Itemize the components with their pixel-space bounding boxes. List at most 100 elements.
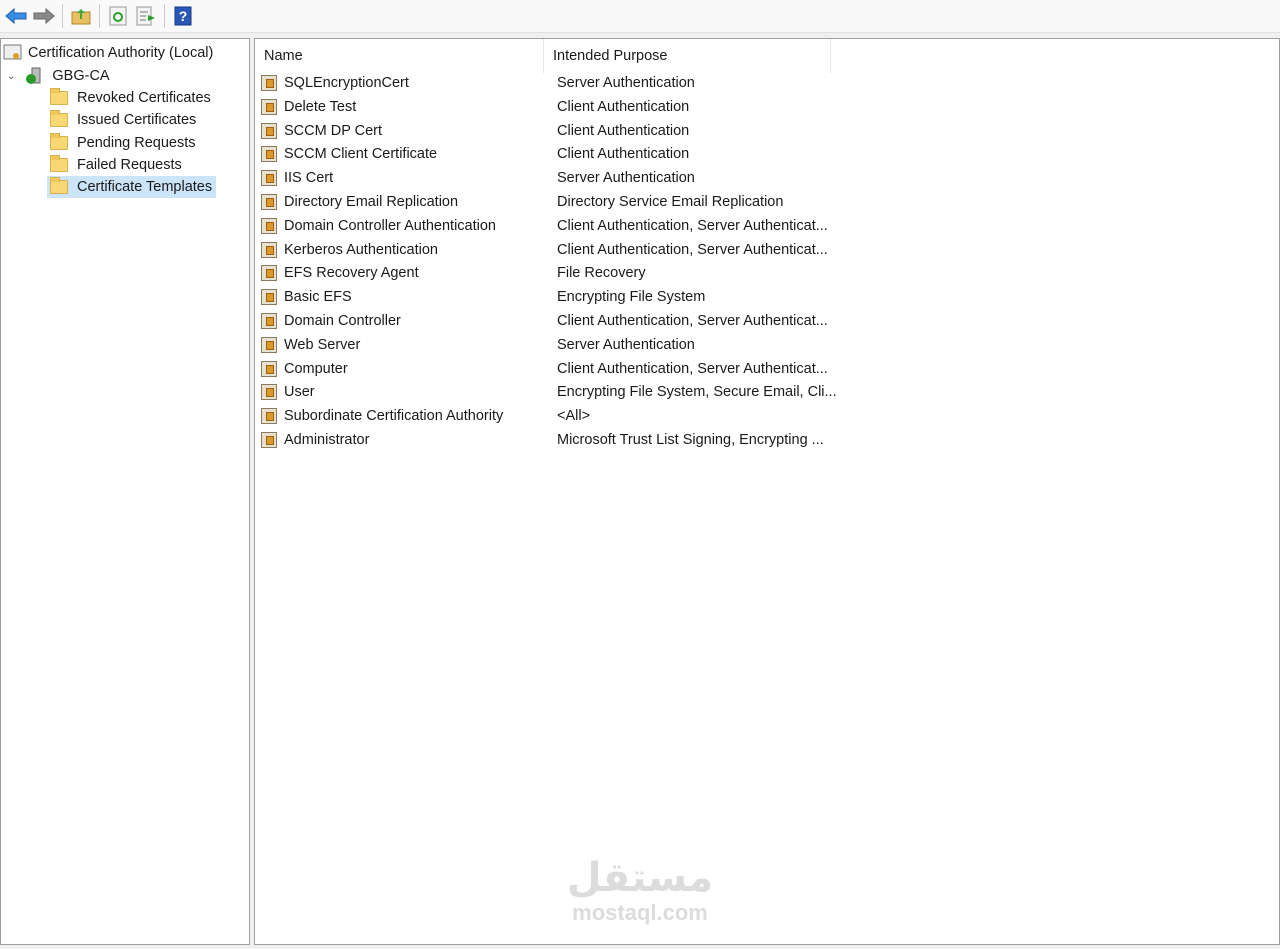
help-icon: ? [174,6,192,26]
template-purpose: Client Authentication, Server Authentica… [557,241,828,258]
table-row[interactable]: IIS Cert Server Authentication [261,167,695,189]
template-purpose: Client Authentication, Server Authentica… [557,217,828,234]
certificate-template-icon [261,194,277,210]
template-purpose: Directory Service Email Replication [557,194,784,210]
certificate-template-icon [261,360,277,377]
tree-item-label: Revoked Certificates [77,90,211,106]
table-row[interactable]: SQLEncryptionCert Server Authentication [261,72,695,94]
column-header-intended-purpose[interactable]: Intended Purpose [544,39,831,73]
column-header-name[interactable]: Name [255,39,544,73]
table-row[interactable]: SCCM DP Cert Client Authentication [261,120,689,142]
arrow-right-icon [33,8,55,24]
template-purpose: Client Authentication [557,98,690,115]
template-purpose: Client Authentication, Server Authentica… [557,313,828,329]
template-name: SQLEncryptionCert [284,75,409,91]
template-purpose: Client Authentication [557,146,690,163]
template-purpose: Client Authentication [557,122,690,139]
help-button[interactable]: ? [172,5,194,27]
tree-ca-node[interactable]: ⌄ GBG-CA [7,65,110,87]
template-name: Domain Controller [284,313,401,329]
tree-item-label: Pending Requests [77,135,196,151]
toolbar: ? [0,0,1280,33]
template-purpose: Server Authentication [557,336,695,353]
template-name: Web Server [284,336,361,353]
table-row[interactable]: User Encrypting File System, Secure Email… [261,381,837,403]
table-row[interactable]: Domain Controller Authentication Client A… [261,215,828,237]
results-pane: Name Intended Purpose SQLEncryptionCert S… [254,38,1280,945]
forward-button[interactable] [33,5,55,27]
template-name: Computer [284,360,348,377]
template-purpose: Client Authentication, Server Authentica… [557,360,828,377]
certificate-template-icon [261,408,277,425]
certificate-template-icon [261,241,277,258]
table-row[interactable]: Computer Client Authentication, Server Au… [261,358,828,380]
tree-item-failed-requests[interactable]: Failed Requests [47,154,182,176]
template-name: Subordinate Certification Authority [284,408,504,425]
tree-item-pending-requests[interactable]: Pending Requests [47,132,196,154]
toolbar-separator [164,4,165,28]
table-row[interactable]: SCCM Client Certificate Client Authentica… [261,143,689,165]
certificate-template-icon [261,313,277,329]
table-row[interactable]: Directory Email Replication Directory Ser… [261,191,783,213]
tree-item-revoked-certificates[interactable]: Revoked Certificates [47,87,211,109]
console-tree: Certification Authority (Local) ⌄ GBG-CA… [0,38,250,945]
certificate-template-icon [261,336,277,353]
template-name: Directory Email Replication [284,194,459,210]
tree-item-certificate-templates[interactable]: Certificate Templates [47,176,217,198]
folder-icon [50,177,68,194]
table-row[interactable]: EFS Recovery Agent File Recovery [261,262,646,284]
watermark-latin: mostaql.com [572,900,708,925]
export-list-icon [136,6,155,26]
table-row[interactable]: Subordinate Certification Authority <All> [261,405,590,427]
folder-icon [50,110,68,127]
chevron-down-icon[interactable]: ⌄ [7,71,15,82]
certificate-template-icon [261,265,277,282]
certificate-template-icon [261,289,277,306]
table-row[interactable]: Basic EFS Encrypting File System [261,286,705,308]
tree-root[interactable]: Certification Authority (Local) [3,42,213,64]
template-name: User [284,384,315,401]
certificate-template-icon [261,384,277,401]
certificate-template-icon [261,170,277,187]
list-header: Name Intended Purpose [255,39,1279,73]
certificate-template-icon [261,432,277,448]
certificate-template-icon [261,146,277,163]
refresh-button[interactable] [107,5,129,27]
table-row[interactable]: Domain Controller Client Authentication, … [261,310,828,332]
template-name: SCCM DP Cert [284,122,383,139]
template-purpose: File Recovery [557,265,646,282]
table-row[interactable]: Delete Test Client Authentication [261,96,689,118]
template-name: SCCM Client Certificate [284,146,438,163]
arrow-left-icon [5,8,27,24]
watermark-arabic: مستقل [566,856,714,900]
svg-text:?: ? [179,8,188,24]
certificate-template-icon [261,75,277,91]
up-one-level-button[interactable] [70,5,92,27]
tree-item-label: Certificate Templates [77,179,213,195]
certificate-template-icon [261,217,277,234]
export-list-button[interactable] [135,5,157,27]
tree-item-label: Issued Certificates [77,112,197,128]
tree-item-issued-certificates[interactable]: Issued Certificates [47,109,196,131]
ca-server-icon [26,67,41,84]
table-row[interactable]: Administrator Microsoft Trust List Signin… [261,429,824,451]
template-name: Kerberos Authentication [284,241,438,258]
certification-authority-icon [3,44,22,60]
table-row[interactable]: Kerberos Authentication Client Authentica… [261,239,828,261]
template-name: Domain Controller Authentication [284,217,496,234]
watermark: مستقل mostaql.com [560,856,720,926]
refresh-icon [109,6,127,26]
tree-ca-label: GBG-CA [52,68,110,84]
folder-icon [50,88,68,105]
folder-icon [50,155,68,172]
template-name: EFS Recovery Agent [284,265,419,282]
toolbar-separator [99,4,100,28]
template-name: Basic EFS [284,289,352,306]
template-purpose: Server Authentication [557,75,695,91]
folder-up-icon [71,9,91,25]
toolbar-separator [62,4,63,28]
template-purpose: Microsoft Trust List Signing, Encrypting… [557,432,824,448]
folder-icon [50,133,68,150]
table-row[interactable]: Web Server Server Authentication [261,334,695,356]
back-button[interactable] [5,5,27,27]
